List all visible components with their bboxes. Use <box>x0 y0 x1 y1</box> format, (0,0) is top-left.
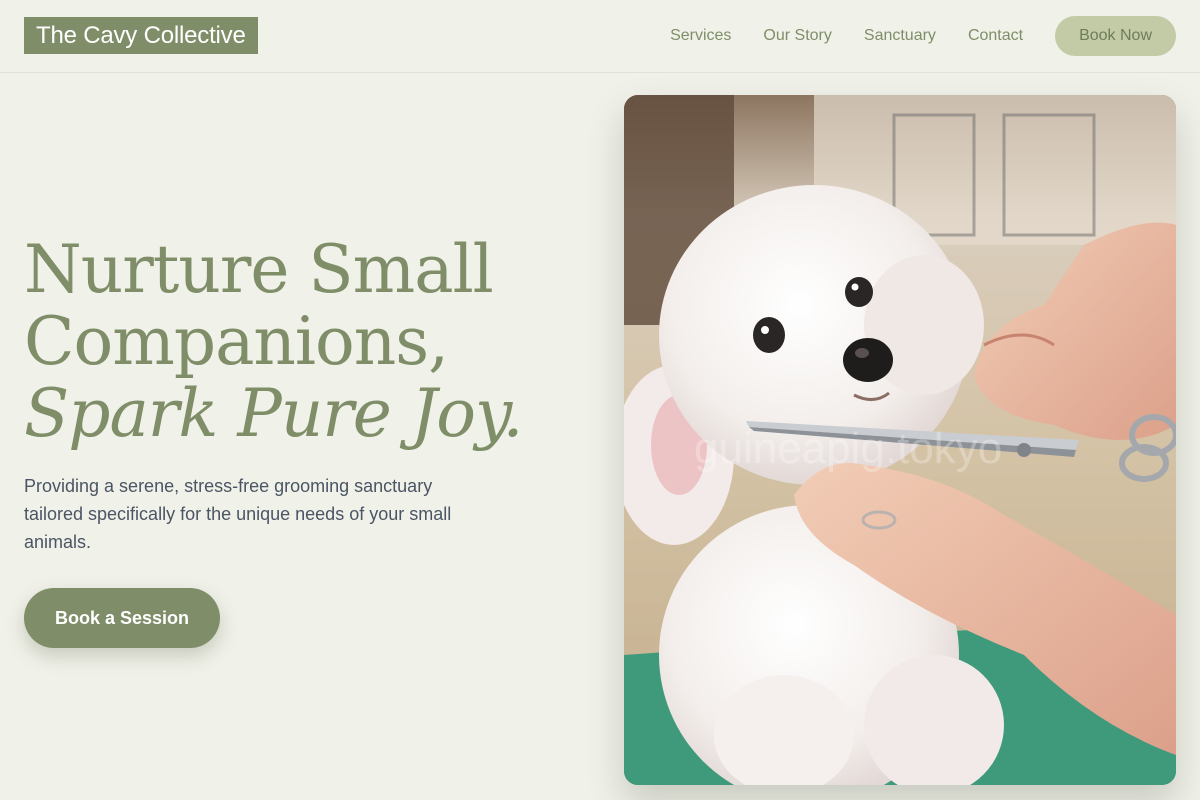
nav-link-contact[interactable]: Contact <box>968 27 1023 45</box>
hero-title-line-2: Companions, <box>24 303 449 380</box>
photo-watermark: guineapig.tokyo <box>694 424 1002 473</box>
nav-link-sanctuary[interactable]: Sanctuary <box>864 27 936 45</box>
site-header: The Cavy Collective Services Our Story S… <box>0 0 1200 73</box>
book-session-button[interactable]: Book a Session <box>24 588 220 648</box>
book-now-button[interactable]: Book Now <box>1055 16 1176 56</box>
site-logo[interactable]: The Cavy Collective <box>24 17 258 54</box>
nav-link-services[interactable]: Services <box>670 27 731 45</box>
nav-link-our-story[interactable]: Our Story <box>763 27 831 45</box>
grooming-dog-illustration: guineapig.tokyo <box>624 95 1176 785</box>
hero-photo: guineapig.tokyo <box>624 95 1176 785</box>
hero-title-line-3: Spark Pure Joy. <box>24 375 524 452</box>
hero-title: Nurture Small Companions, Spark Pure Joy… <box>24 234 584 450</box>
hero-title-line-1: Nurture Small <box>24 231 494 308</box>
main-nav: Services Our Story Sanctuary Contact Boo… <box>670 16 1176 56</box>
hero-description: Providing a serene, stress-free grooming… <box>24 476 452 552</box>
